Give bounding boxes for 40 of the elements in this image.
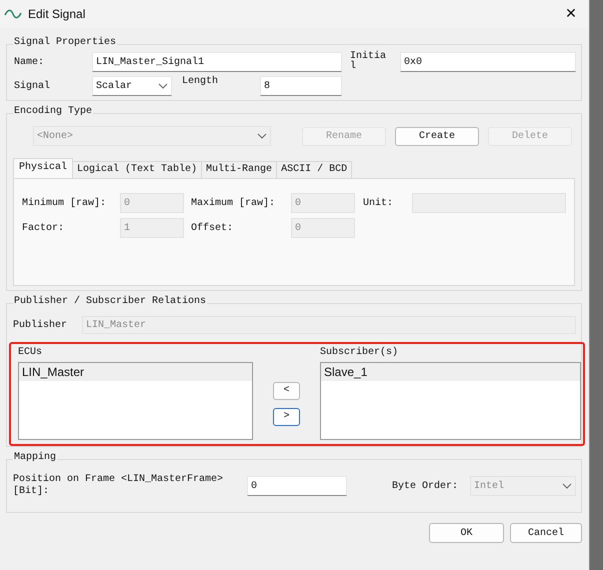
field-label: Publisher bbox=[13, 320, 68, 330]
list-label: Subscriber(s) bbox=[320, 347, 400, 358]
field-label: Minimum [raw]: bbox=[22, 198, 108, 208]
chevron-icon bbox=[158, 83, 168, 89]
list-item[interactable]: LIN_Master bbox=[19, 363, 252, 381]
list-item[interactable]: Slave_1 bbox=[321, 363, 580, 381]
chevron-icon bbox=[562, 483, 572, 489]
dialog-button[interactable]: Cancel bbox=[510, 523, 582, 543]
move-button[interactable]: < bbox=[273, 382, 300, 400]
field-label: Signal bbox=[14, 80, 52, 92]
field-label: Initia l bbox=[350, 52, 388, 72]
tab[interactable]: ASCII / BCD bbox=[276, 161, 352, 178]
action-button[interactable]: Create bbox=[395, 126, 479, 146]
dropdown[interactable]: Scalar bbox=[92, 76, 172, 96]
input-field[interactable]: 0x0 bbox=[400, 52, 576, 72]
field-label: Name: bbox=[14, 56, 46, 68]
group-legend: Encoding Type bbox=[13, 106, 94, 117]
field-label: Length bbox=[182, 76, 220, 87]
window-title: Edit Signal bbox=[28, 7, 86, 21]
wave-icon bbox=[4, 9, 22, 19]
tab[interactable]: Physical bbox=[13, 158, 74, 178]
group-legend: Mapping bbox=[13, 452, 58, 463]
group-legend: Publisher / Subscriber Relations bbox=[13, 296, 208, 307]
field-label: Unit: bbox=[363, 198, 394, 208]
input-field[interactable]: LIN_Master_Signal1 bbox=[92, 52, 342, 72]
input-field[interactable]: 8 bbox=[260, 76, 342, 96]
field-label: Maximum [raw]: bbox=[191, 198, 276, 208]
list-label: ECUs bbox=[18, 347, 44, 358]
move-button[interactable]: > bbox=[273, 408, 300, 426]
chevron-icon bbox=[257, 133, 267, 139]
field-label: Offset: bbox=[191, 222, 234, 234]
field-label: Byte Order: bbox=[392, 480, 460, 492]
dialog-button[interactable]: OK bbox=[429, 523, 504, 543]
input-field[interactable]: 0 bbox=[247, 476, 347, 496]
list-box[interactable]: Slave_1 bbox=[320, 362, 581, 440]
list-box[interactable]: LIN_Master bbox=[18, 362, 253, 440]
field-label: Position on Frame <LIN_MasterFrame> [Bit]: bbox=[13, 474, 224, 498]
group-legend: Signal Properties bbox=[13, 37, 118, 48]
close-button[interactable]: ✕ bbox=[561, 6, 581, 22]
field-label: Factor: bbox=[22, 222, 66, 234]
